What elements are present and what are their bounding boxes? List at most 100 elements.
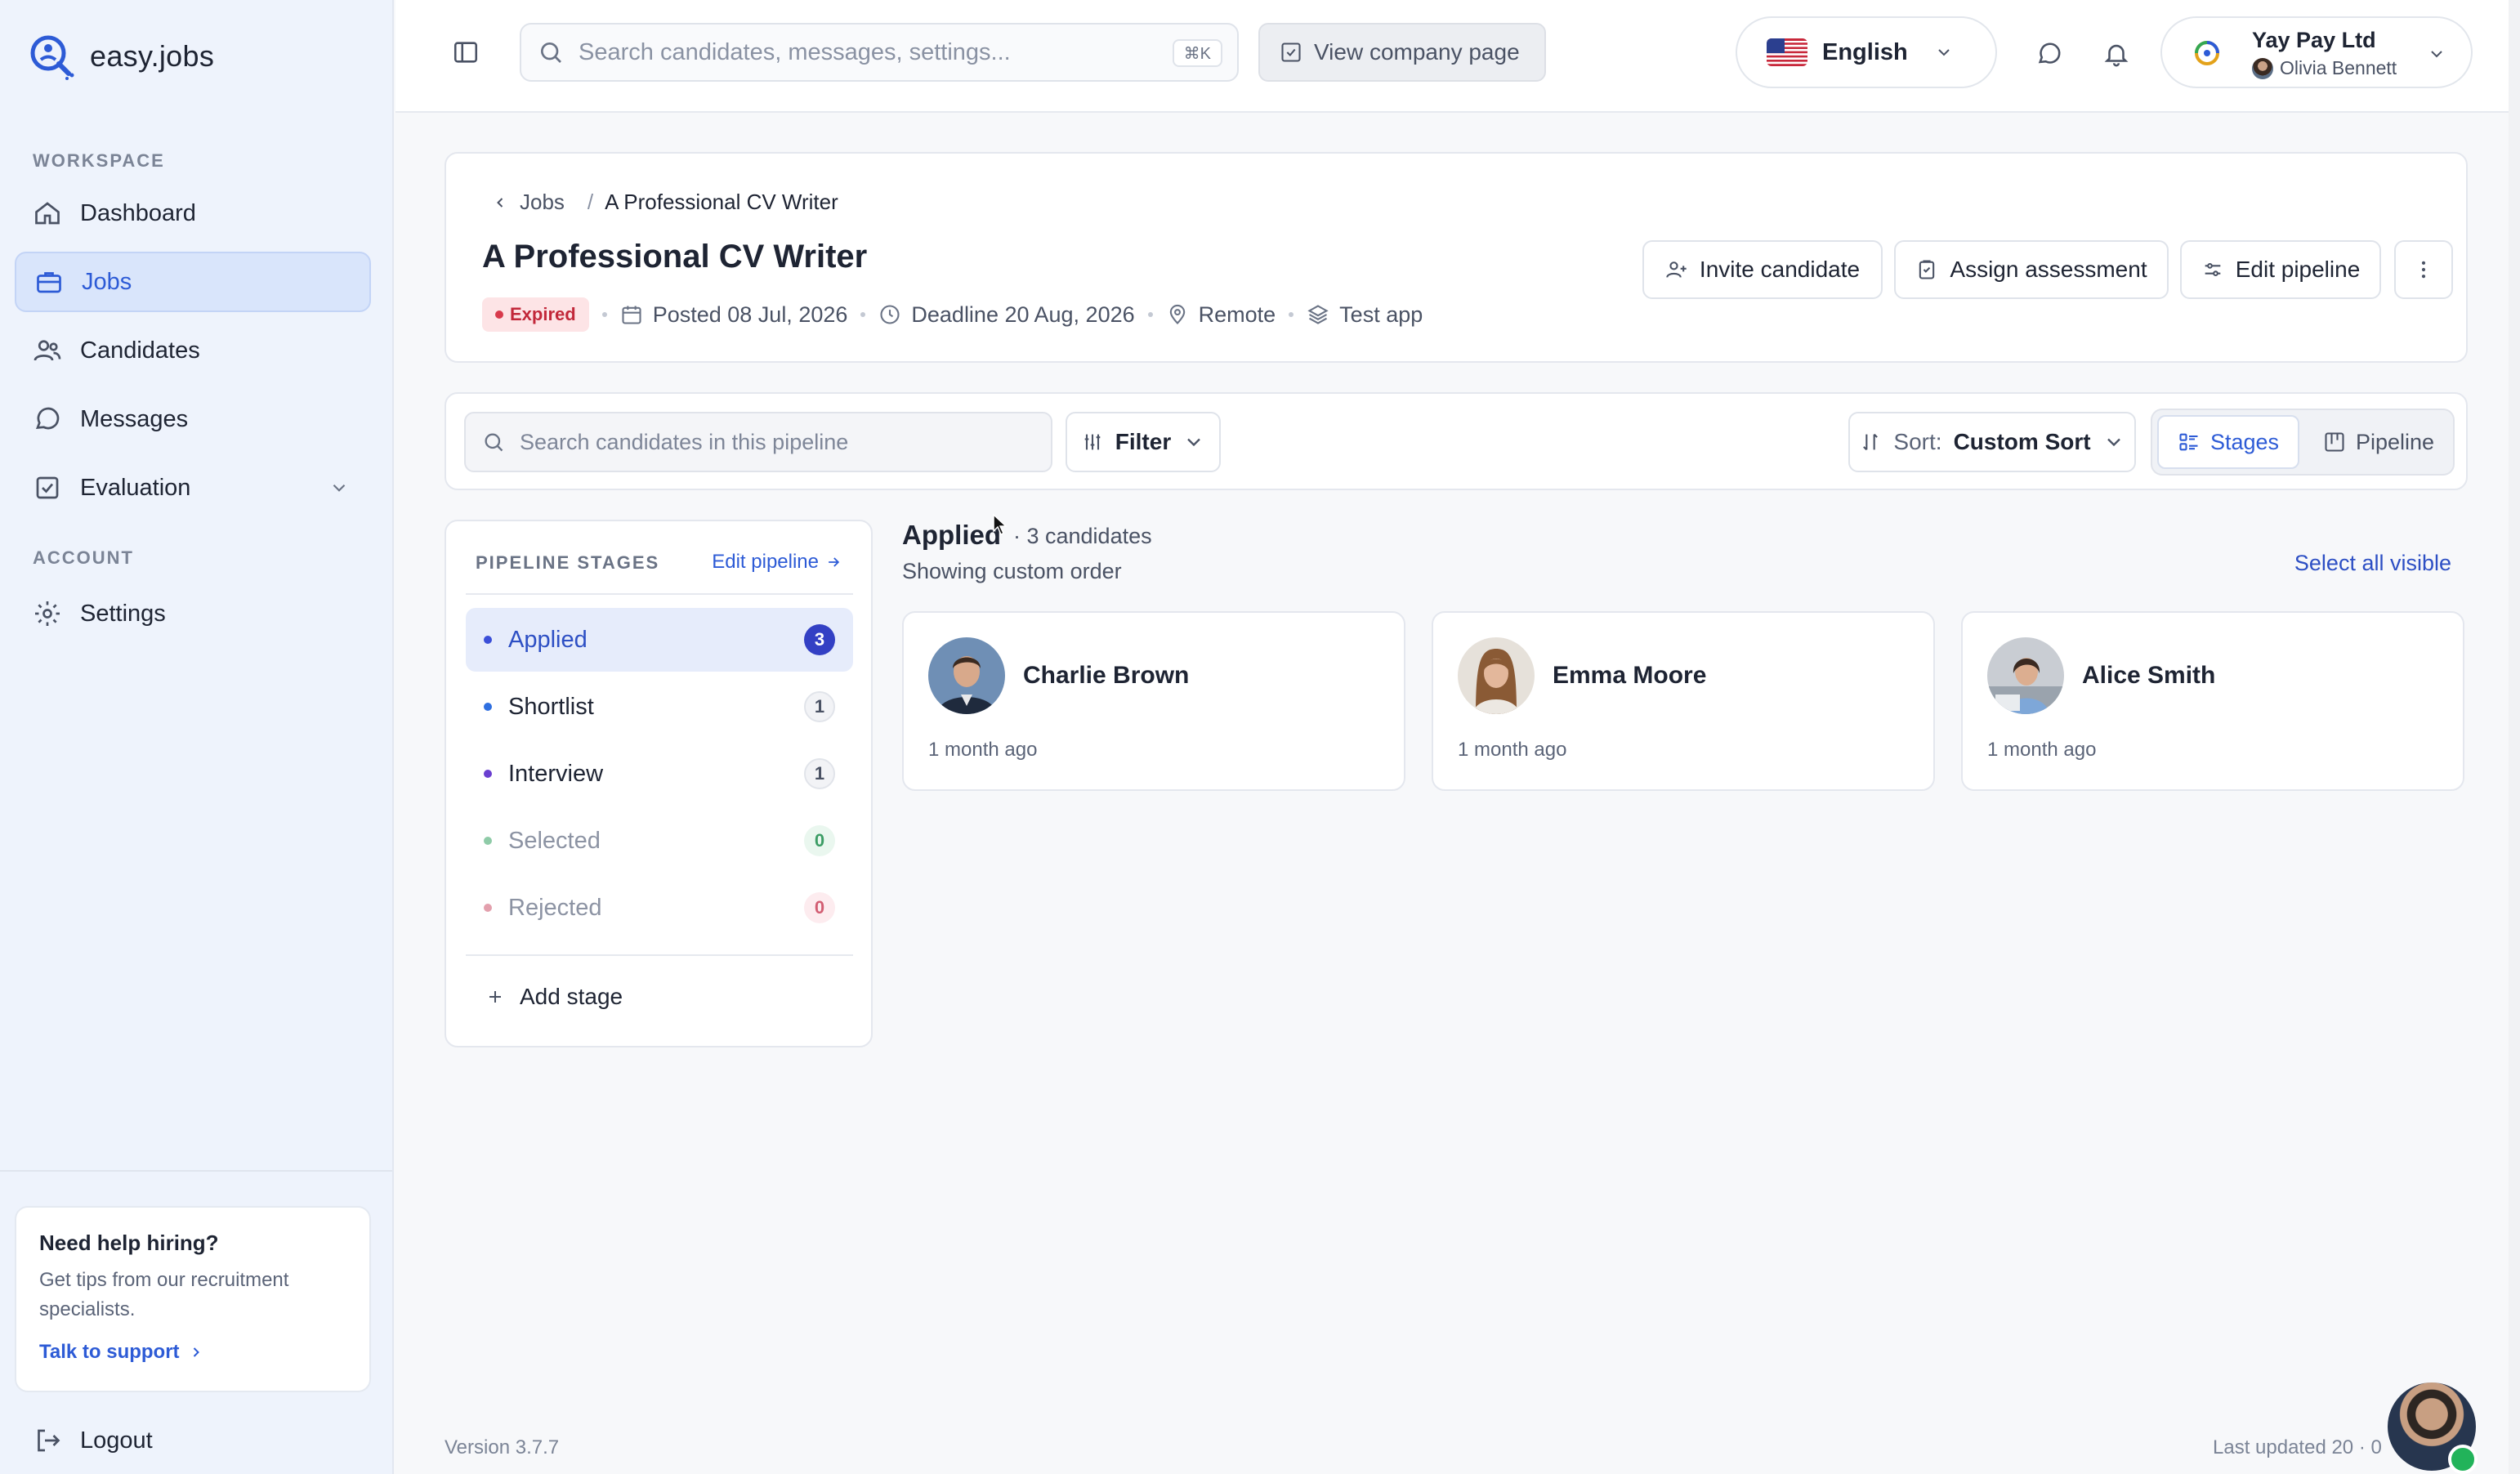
add-stage-button[interactable]: Add stage bbox=[485, 984, 623, 1010]
plus-icon bbox=[489, 991, 501, 1003]
help-text: Get tips from our recruitment specialist… bbox=[39, 1269, 289, 1320]
stage-count: 3 bbox=[804, 624, 835, 655]
us-flag-icon bbox=[1767, 38, 1807, 66]
help-card: Need help hiring? Get tips from our recr… bbox=[15, 1206, 371, 1392]
stage-shortlist[interactable]: Shortlist 1 bbox=[466, 675, 853, 739]
candidate-card[interactable]: Alice Smith 1 month ago bbox=[1961, 611, 2464, 791]
invite-candidate-label: Invite candidate bbox=[1699, 257, 1861, 282]
home-icon bbox=[35, 202, 60, 225]
sidebar-item-jobs[interactable]: Jobs bbox=[15, 252, 371, 312]
stage-selected[interactable]: Selected 0 bbox=[466, 809, 853, 873]
stage-name: Selected bbox=[508, 827, 601, 854]
company-name: Yay Pay Ltd bbox=[2252, 28, 2376, 52]
topbar: ⌘K View company page English bbox=[395, 0, 2520, 113]
clipboard-icon bbox=[1919, 260, 1935, 279]
global-search-input[interactable] bbox=[579, 38, 1151, 66]
stage-name: Rejected bbox=[508, 894, 602, 921]
chevron-left-icon bbox=[497, 197, 503, 208]
stage-name: Shortlist bbox=[508, 693, 594, 720]
view-company-page-label: View company page bbox=[1314, 39, 1520, 65]
pipeline-search-input[interactable] bbox=[520, 429, 1026, 455]
chevron-down-icon bbox=[333, 484, 346, 492]
candidate-time: 1 month ago bbox=[928, 739, 1038, 761]
workspace-label: WORKSPACE bbox=[33, 150, 165, 171]
add-stage-label: Add stage bbox=[520, 984, 623, 1009]
meta-separator bbox=[1289, 312, 1294, 317]
edit-pipeline-button[interactable]: Edit pipeline bbox=[2180, 240, 2381, 299]
chevron-down-icon bbox=[1938, 49, 1950, 56]
user-name: Olivia Bennett bbox=[2280, 57, 2397, 78]
talk-to-support-label: Talk to support bbox=[39, 1341, 180, 1363]
layers-icon bbox=[1307, 305, 1329, 324]
stage-dot bbox=[484, 837, 492, 845]
messages-button[interactable] bbox=[2031, 36, 2067, 72]
stage-name: Applied bbox=[508, 626, 588, 653]
global-search[interactable]: ⌘K bbox=[520, 23, 1239, 82]
sidebar-item-settings[interactable]: Settings bbox=[15, 583, 371, 644]
candidate-time: 1 month ago bbox=[1458, 739, 1567, 761]
job-location: Remote bbox=[1166, 302, 1276, 328]
sidebar-item-candidates[interactable]: Candidates bbox=[15, 320, 371, 381]
user-plus-icon bbox=[1666, 261, 1687, 278]
chat-button[interactable] bbox=[1835, 36, 1871, 72]
invite-candidate-button[interactable]: Invite candidate bbox=[1642, 240, 1883, 299]
stage-rejected[interactable]: Rejected 0 bbox=[466, 876, 853, 940]
search-icon bbox=[541, 42, 561, 63]
candidate-card[interactable]: Emma Moore 1 month ago bbox=[1432, 611, 1935, 791]
talk-to-support-link[interactable]: Talk to support bbox=[39, 1341, 346, 1364]
view-pipeline-tab[interactable]: Pipeline bbox=[2308, 415, 2450, 469]
bell-icon bbox=[2104, 44, 2129, 67]
stages-heading: PIPELINE STAGES bbox=[476, 552, 660, 573]
app-logo[interactable]: easy.jobs bbox=[28, 33, 214, 80]
stage-dot bbox=[484, 703, 492, 711]
account-switcher[interactable]: Yay Pay Ltd Olivia Bennett bbox=[2160, 16, 2473, 88]
toggle-sidebar-button[interactable] bbox=[449, 36, 482, 69]
candidate-avatar bbox=[1458, 637, 1535, 714]
view-stages-tab[interactable]: Stages bbox=[2157, 415, 2299, 469]
filter-label: Filter bbox=[1115, 429, 1172, 454]
view-company-page-button[interactable]: View company page bbox=[1258, 23, 1546, 82]
stage-interview[interactable]: Interview 1 bbox=[466, 742, 853, 806]
posted-date-text: Posted 08 Jul, 2026 bbox=[652, 302, 848, 327]
candidate-name: Charlie Brown bbox=[1023, 662, 1190, 689]
pipeline-search[interactable] bbox=[464, 412, 1052, 472]
job-header-card: Jobs / A Professional CV Writer A Profes… bbox=[445, 152, 2468, 363]
online-status-indicator bbox=[2448, 1445, 2478, 1474]
external-check-icon bbox=[1281, 42, 1301, 62]
chevron-right-icon bbox=[193, 1347, 199, 1357]
select-all-visible-link[interactable]: Select all visible bbox=[2294, 551, 2451, 576]
sidebar-item-label: Messages bbox=[80, 405, 189, 432]
notifications-button[interactable] bbox=[2098, 36, 2134, 72]
sidebar-item-evaluation[interactable]: Evaluation bbox=[15, 458, 371, 518]
sort-dropdown[interactable]: Sort: Custom Sort bbox=[1848, 412, 2136, 472]
job-location-text: Remote bbox=[1198, 302, 1276, 327]
stages-edit-pipeline-link[interactable]: Edit pipeline bbox=[712, 551, 842, 574]
stage-applied[interactable]: Applied 3 bbox=[466, 608, 853, 672]
more-vertical-icon bbox=[2421, 261, 2426, 279]
candidate-card[interactable]: Charlie Brown 1 month ago bbox=[902, 611, 1405, 791]
candidate-avatar bbox=[928, 637, 1005, 714]
chat-bubble-icon bbox=[2038, 42, 2061, 64]
view-toggle: Stages Pipeline bbox=[2151, 409, 2455, 476]
easyjobs-logo-icon bbox=[30, 35, 74, 80]
logout-button[interactable]: Logout bbox=[15, 1410, 371, 1471]
meta-separator bbox=[1147, 312, 1153, 317]
page-scrollbar[interactable] bbox=[2509, 0, 2520, 1474]
more-options-button[interactable] bbox=[2394, 240, 2453, 299]
stage-name: Interview bbox=[508, 760, 604, 787]
candidate-name: Alice Smith bbox=[2082, 662, 2216, 689]
sidebar-item-dashboard[interactable]: Dashboard bbox=[15, 183, 371, 243]
map-pin-icon bbox=[1169, 304, 1185, 324]
meta-separator bbox=[860, 312, 866, 317]
job-app-text: Test app bbox=[1339, 302, 1423, 327]
assign-assessment-label: Assign assessment bbox=[1950, 257, 2147, 282]
assign-assessment-button[interactable]: Assign assessment bbox=[1894, 240, 2169, 299]
status-badge: Expired bbox=[482, 297, 589, 332]
sort-value: Custom Sort bbox=[1953, 429, 2091, 454]
filter-button[interactable]: Filter bbox=[1066, 412, 1221, 472]
candidate-name: Emma Moore bbox=[1553, 662, 1707, 689]
stages-divider bbox=[466, 593, 853, 595]
sort-icon bbox=[1863, 433, 1879, 451]
breadcrumb-jobs-link[interactable]: Jobs bbox=[520, 190, 565, 215]
sidebar-item-messages[interactable]: Messages bbox=[15, 389, 371, 449]
